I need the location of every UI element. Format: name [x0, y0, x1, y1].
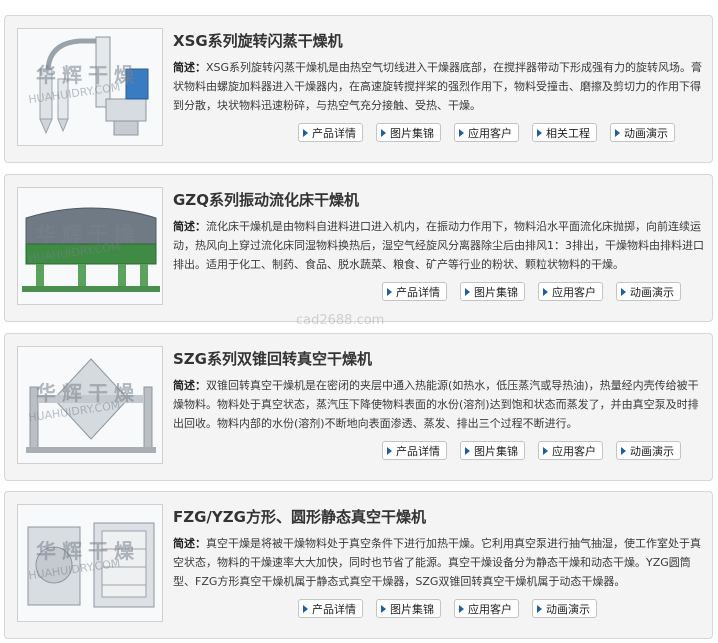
arrow-right-icon — [381, 128, 386, 137]
arrow-right-icon — [465, 446, 470, 455]
arrow-right-icon — [543, 446, 548, 455]
product-actions: 产品详情 图片集锦 应用客户 动画演示 — [382, 282, 681, 301]
clients-button[interactable]: 应用客户 — [454, 123, 519, 142]
desc-label: 简述： — [173, 379, 206, 392]
arrow-right-icon — [621, 287, 626, 296]
clients-button[interactable]: 应用客户 — [538, 282, 603, 301]
product-description: 简述：真空干燥是将被干燥物料处于真空条件下进行加热干燥。它利用真空泵进行抽气抽湿… — [173, 534, 705, 590]
product-card: 华辉干燥 HUAHUIDRY.COM FZG/YZG方形、圆形静态真空干燥机 简… — [4, 491, 713, 639]
product-title[interactable]: GZQ系列振动流化床干燥机 — [173, 189, 359, 210]
product-description: 简述：流化床干燥机是由物料自进料进口进入机内，在振动力作用下，物料沿水平面流化床… — [173, 217, 705, 273]
thumb-watermark: 华辉干燥 — [36, 381, 140, 405]
arrow-right-icon — [537, 128, 542, 137]
desc-text: XSG系列旋转闪蒸干燥机是由热空气切线进入干燥器底部，在搅拌器带动下形成强有力的… — [173, 61, 703, 112]
desc-label: 简述： — [173, 220, 206, 233]
desc-label: 简述： — [173, 537, 206, 550]
desc-text: 流化床干燥机是由物料自进料进口进入机内，在振动力作用下，物料沿水平面流化床抛掷，… — [173, 220, 704, 271]
arrow-right-icon — [465, 287, 470, 296]
clients-button[interactable]: 应用客户 — [538, 441, 603, 460]
projects-button[interactable]: 相关工程 — [532, 123, 597, 142]
arrow-right-icon — [459, 128, 464, 137]
product-detail-button[interactable]: 产品详情 — [298, 599, 363, 618]
product-title[interactable]: XSG系列旋转闪蒸干燥机 — [173, 30, 343, 51]
arrow-right-icon — [387, 287, 392, 296]
arrow-right-icon — [537, 604, 542, 613]
product-card: 华辉干燥 HUAHUIDRY.COM XSG系列旋转闪蒸干燥机 简述：XSG系列… — [4, 15, 713, 163]
animation-button[interactable]: 动画演示 — [616, 441, 681, 460]
animation-button[interactable]: 动画演示 — [616, 282, 681, 301]
product-description: 简述：双锥回转真空干燥机是在密闭的夹层中通入热能源(如热水，低压蒸汽或导热油)，… — [173, 376, 705, 432]
product-actions: 产品详情 图片集锦 应用客户 相关工程 动画演示 — [298, 123, 675, 142]
thumb-watermark: 华辉干燥 — [36, 222, 140, 246]
arrow-right-icon — [381, 604, 386, 613]
arrow-right-icon — [621, 446, 626, 455]
animation-button[interactable]: 动画演示 — [610, 123, 675, 142]
gallery-button[interactable]: 图片集锦 — [460, 441, 525, 460]
product-detail-button[interactable]: 产品详情 — [382, 282, 447, 301]
product-actions: 产品详情 图片集锦 应用客户 动画演示 — [298, 599, 597, 618]
arrow-right-icon — [303, 604, 308, 613]
gallery-button[interactable]: 图片集锦 — [376, 123, 441, 142]
product-image[interactable]: 华辉干燥 HUAHUIDRY.COM — [17, 28, 163, 146]
arrow-right-icon — [615, 128, 620, 137]
arrow-right-icon — [459, 604, 464, 613]
product-card: 华辉干燥 HUAHUIDRY.COM SZG系列双锥回转真空干燥机 简述：双锥回… — [4, 333, 713, 481]
thumb-watermark: 华辉干燥 — [36, 539, 140, 563]
product-description: 简述：XSG系列旋转闪蒸干燥机是由热空气切线进入干燥器底部，在搅拌器带动下形成强… — [173, 58, 705, 114]
arrow-right-icon — [387, 446, 392, 455]
product-detail-button[interactable]: 产品详情 — [298, 123, 363, 142]
product-detail-button[interactable]: 产品详情 — [382, 441, 447, 460]
product-image[interactable]: 华辉干燥 HUAHUIDRY.COM — [17, 346, 163, 464]
clients-button[interactable]: 应用客户 — [454, 599, 519, 618]
product-card: 华辉干燥 HUAHUIDRY.COM GZQ系列振动流化床干燥机 简述：流化床干… — [4, 174, 713, 322]
desc-text: 双锥回转真空干燥机是在密闭的夹层中通入热能源(如热水，低压蒸汽或导热油)，热量经… — [173, 379, 699, 430]
product-image[interactable]: 华辉干燥 HUAHUIDRY.COM — [17, 187, 163, 305]
product-image[interactable]: 华辉干燥 HUAHUIDRY.COM — [17, 504, 163, 622]
product-title[interactable]: SZG系列双锥回转真空干燥机 — [173, 348, 372, 369]
product-actions: 产品详情 图片集锦 应用客户 动画演示 — [382, 441, 681, 460]
gallery-button[interactable]: 图片集锦 — [376, 599, 441, 618]
desc-label: 简述： — [173, 61, 206, 74]
desc-text: 真空干燥是将被干燥物料处于真空条件下进行加热干燥。它利用真空泵进行抽气抽湿，使工… — [173, 537, 701, 588]
arrow-right-icon — [303, 128, 308, 137]
arrow-right-icon — [543, 287, 548, 296]
thumb-watermark: 华辉干燥 — [36, 63, 140, 87]
gallery-button[interactable]: 图片集锦 — [460, 282, 525, 301]
animation-button[interactable]: 动画演示 — [532, 599, 597, 618]
site-watermark: cad2688.com — [296, 313, 385, 328]
product-title[interactable]: FZG/YZG方形、圆形静态真空干燥机 — [173, 506, 426, 527]
